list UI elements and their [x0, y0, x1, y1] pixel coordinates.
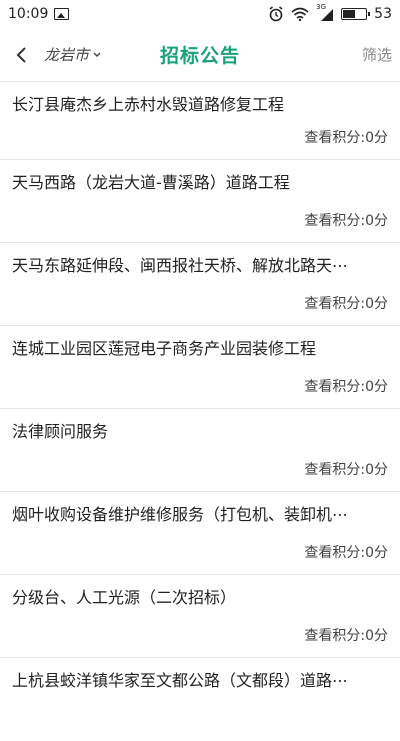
list-item[interactable]: 天马西路（龙岩大道-曹溪路）道路工程 查看积分:0分	[0, 160, 400, 243]
wifi-icon	[291, 7, 309, 21]
back-arrow-icon	[16, 46, 26, 63]
list-item[interactable]: 连城工业园区莲冠电子商务产业园装修工程 查看积分:0分	[0, 326, 400, 409]
item-points: 查看积分:0分	[304, 628, 388, 644]
item-points: 查看积分:0分	[304, 130, 388, 146]
status-left: 10:09	[8, 6, 70, 22]
city-selector[interactable]: 龙岩市	[44, 44, 101, 65]
top-app-bar: 龙岩市 招标公告 筛选	[0, 28, 400, 82]
status-right: 3G 53	[268, 3, 392, 22]
list-item[interactable]: 烟叶收购设备维护维修服务（打包机、装卸机⋯ 查看积分:0分	[0, 492, 400, 575]
item-points: 查看积分:0分	[304, 296, 388, 312]
item-points: 查看积分:0分	[304, 462, 388, 478]
item-points: 查看积分:0分	[304, 379, 388, 395]
alarm-icon	[269, 6, 283, 22]
item-title: 烟叶收购设备维护维修服务（打包机、装卸机⋯	[12, 505, 349, 524]
item-title: 长汀县庵杰乡上赤村水毁道路修复工程	[12, 95, 285, 114]
chevron-down-icon	[93, 52, 101, 57]
list-item[interactable]: 长汀县庵杰乡上赤村水毁道路修复工程 查看积分:0分	[0, 82, 400, 160]
item-title: 分级台、人工光源（二次招标）	[12, 588, 237, 607]
item-title: 天马西路（龙岩大道-曹溪路）道路工程	[12, 173, 290, 192]
tender-list: 长汀县庵杰乡上赤村水毁道路修复工程 查看积分:0分 天马西路（龙岩大道-曹溪路）…	[0, 82, 400, 741]
signal-3g: 3G	[316, 3, 334, 21]
list-item[interactable]: 天马东路延伸段、闽西报社天桥、解放北路天⋯ 查看积分:0分	[0, 243, 400, 326]
city-label: 龙岩市	[44, 46, 90, 64]
item-title: 连城工业园区莲冠电子商务产业园装修工程	[12, 339, 317, 358]
status-time: 10:09	[8, 6, 49, 22]
signal-icon	[321, 9, 334, 21]
back-button[interactable]	[4, 28, 38, 82]
item-points: 查看积分:0分	[304, 213, 388, 229]
list-item[interactable]: 上杭县蛟洋镇华家至文都公路（文都段）道路⋯	[0, 658, 400, 741]
item-title: 上杭县蛟洋镇华家至文都公路（文都段）道路⋯	[12, 671, 349, 690]
item-title: 法律顾问服务	[12, 422, 109, 441]
battery-icon	[341, 8, 371, 20]
image-notification-icon	[54, 8, 70, 20]
list-item[interactable]: 法律顾问服务 查看积分:0分	[0, 409, 400, 492]
status-bar: 10:09 3G 53	[0, 0, 400, 28]
filter-button[interactable]: 筛选	[362, 44, 392, 65]
list-item[interactable]: 分级台、人工光源（二次招标） 查看积分:0分	[0, 575, 400, 658]
item-title: 天马东路延伸段、闽西报社天桥、解放北路天⋯	[12, 256, 349, 275]
item-points: 查看积分:0分	[304, 545, 388, 561]
battery-level: 53	[374, 6, 392, 22]
